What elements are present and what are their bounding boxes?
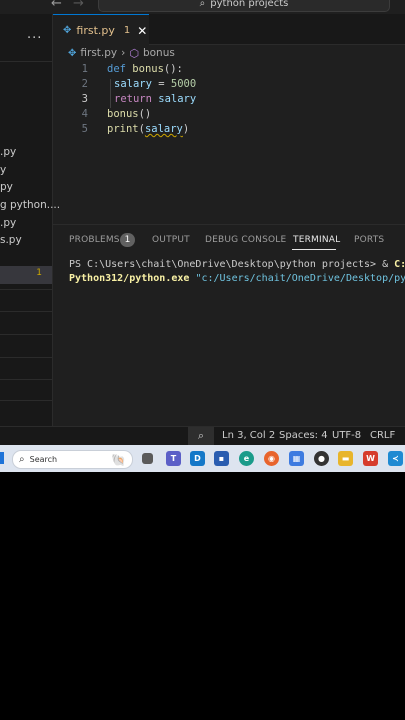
sidebar-selected-item[interactable]: 1 <box>0 266 52 284</box>
terminal-line[interactable]: Python312/python.exe "c:/Users/chait/One… <box>69 273 405 284</box>
problems-count-badge: 1 <box>120 233 135 247</box>
taskbar-search[interactable]: ⌕ Search 🐚 <box>12 450 133 469</box>
sidebar-file-item[interactable]: y <box>0 164 6 176</box>
terminal-line[interactable]: PS C:\Users\chait\OneDrive\Desktop\pytho… <box>69 259 405 270</box>
terminal-argument: "c:/Users/chait/OneDrive/Desktop/pyth <box>189 273 405 284</box>
command-center-label: python projects <box>210 0 289 9</box>
code-line-active[interactable]: return salary <box>114 93 196 105</box>
sidebar-divider <box>0 289 52 290</box>
panel-divider <box>53 224 405 225</box>
search-icon: ⌕ <box>19 454 25 465</box>
operator: = <box>151 78 171 90</box>
sidebar-file-item[interactable]: .py <box>0 217 16 229</box>
variable: salary <box>114 78 152 90</box>
symbol-method-icon: ⬡ <box>129 46 139 60</box>
status-bar: ⌕ Ln 3, Col 2 Spaces: 4 UTF-8 CRLF <box>0 426 405 445</box>
breadcrumb-separator: › <box>121 47 126 59</box>
terminal-command: Python312/python.exe <box>69 273 190 284</box>
code-line[interactable]: salary = 5000 <box>114 78 196 90</box>
keyword: def <box>107 63 126 75</box>
forward-arrow-icon[interactable]: → <box>73 0 84 11</box>
editor-tab-bar: ✥ first.py 1 ✕ <box>53 14 405 46</box>
line-number: 5 <box>81 123 88 135</box>
tab-first-py[interactable]: ✥ first.py 1 ✕ <box>53 14 149 46</box>
search-icon: ⌕ <box>199 0 206 9</box>
store-icon[interactable]: ▪ <box>214 451 229 466</box>
terminal-command: C:/U <box>394 259 405 270</box>
active-tab-indicator <box>292 249 336 250</box>
punctuation: ) <box>182 123 190 135</box>
sidebar-file-item[interactable]: s.py <box>0 234 22 246</box>
breadcrumb-file[interactable]: first.py <box>80 47 117 59</box>
line-number-active: 3 <box>81 93 88 105</box>
code-line[interactable]: bonus() <box>107 108 151 120</box>
tab-terminal[interactable]: TERMINAL <box>293 235 340 245</box>
close-icon[interactable]: ✕ <box>137 24 147 38</box>
wps-office-icon[interactable]: W <box>363 451 378 466</box>
tab-output[interactable]: OUTPUT <box>152 235 190 245</box>
sidebar-file-item[interactable]: .py <box>0 146 16 158</box>
tab-problems[interactable]: PROBLEMS <box>69 235 120 245</box>
sidebar-problem-badge: 1 <box>36 268 42 278</box>
python-file-icon: ✥ <box>63 25 72 36</box>
title-bar: ← → ⌕ python projects <box>0 0 405 14</box>
sidebar-file-item[interactable]: py <box>0 181 13 193</box>
indent-guide <box>110 79 111 108</box>
vscode-window: ← → ⌕ python projects ··· .py y py g pyt… <box>0 0 405 445</box>
function-name: bonus <box>107 108 139 120</box>
dell-icon[interactable]: D <box>190 451 205 466</box>
encoding-setting[interactable]: UTF-8 <box>332 430 361 441</box>
firefox-icon[interactable]: ◉ <box>264 451 279 466</box>
terminal-operator: & <box>382 259 395 270</box>
more-actions-icon[interactable]: ··· <box>27 31 42 46</box>
function-name: print <box>107 123 139 135</box>
terminal-prompt: PS C:\Users\chait\OneDrive\Desktop\pytho… <box>69 259 383 270</box>
line-number: 4 <box>81 108 88 120</box>
teams-icon[interactable]: T <box>166 451 181 466</box>
keyword: return <box>114 93 152 105</box>
sidebar-divider <box>0 400 52 401</box>
cursor-position[interactable]: Ln 3, Col 2 <box>222 430 275 441</box>
obs-icon[interactable]: ● <box>314 451 329 466</box>
breadcrumb: ✥ first.py › ⬡ bonus <box>68 45 175 61</box>
tab-debug-console[interactable]: DEBUG CONSOLE <box>205 235 286 245</box>
back-arrow-icon[interactable]: ← <box>51 0 62 11</box>
variable-warning: salary <box>144 123 183 135</box>
sidebar-divider <box>0 311 52 312</box>
punctuation: () <box>138 108 152 120</box>
taskbar-search-label: Search <box>29 455 58 464</box>
breadcrumb-symbol[interactable]: bonus <box>143 47 175 59</box>
command-center-search[interactable]: ⌕ python projects <box>98 0 390 12</box>
eol-setting[interactable]: CRLF <box>370 430 395 441</box>
code-line[interactable]: print(salary) <box>107 123 189 135</box>
line-number: 1 <box>81 63 88 75</box>
indentation-setting[interactable]: Spaces: 4 <box>279 430 328 441</box>
explorer-sidebar: ··· .py y py g python.... .py s.py 1 <box>0 14 60 426</box>
sidebar-divider <box>0 334 52 335</box>
variable: salary <box>158 93 197 105</box>
calculator-icon[interactable]: ▦ <box>289 451 304 466</box>
function-name: bonus <box>132 63 164 75</box>
edge-icon[interactable]: e <box>239 451 254 466</box>
vscode-icon[interactable]: ≺ <box>388 451 403 466</box>
tab-problem-count: 1 <box>123 25 131 36</box>
code-line[interactable]: def bonus(): <box>107 63 183 75</box>
file-explorer-icon[interactable]: ▬ <box>338 451 353 466</box>
number-literal: 5000 <box>170 78 197 90</box>
start-icon[interactable] <box>0 452 4 464</box>
tab-label: first.py <box>76 24 115 37</box>
line-number: 2 <box>81 78 88 90</box>
shell-icon: 🐚 <box>111 452 126 467</box>
punctuation: (): <box>163 63 183 75</box>
sidebar-file-item[interactable]: g python.... <box>0 199 60 211</box>
tab-ports[interactable]: PORTS <box>354 235 384 245</box>
sidebar-divider <box>0 379 52 380</box>
task-view-icon[interactable] <box>142 453 153 464</box>
zoom-icon[interactable]: ⌕ <box>188 427 214 445</box>
sidebar-divider <box>0 61 52 62</box>
sidebar-divider <box>0 357 52 358</box>
python-file-icon: ✥ <box>68 47 77 59</box>
